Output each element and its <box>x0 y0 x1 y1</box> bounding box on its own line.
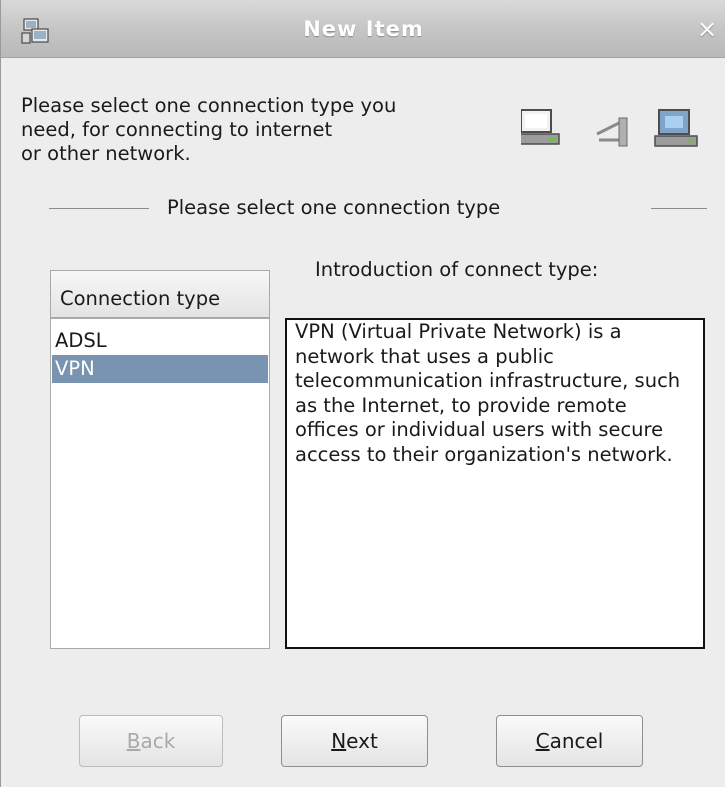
next-mnemonic: N <box>331 729 347 753</box>
window-title: New Item <box>303 17 424 41</box>
computer-icon <box>521 109 560 145</box>
introduction-label: Introduction of connect type: <box>315 258 599 281</box>
cable-icon <box>596 117 628 147</box>
close-icon[interactable]: × <box>694 16 720 42</box>
new-item-dialog: New Item × Please select one connection … <box>0 0 725 787</box>
title-bar[interactable]: New Item × <box>1 0 725 58</box>
network-device-icon <box>654 109 698 147</box>
back-button[interactable]: Back <box>79 715 223 767</box>
connection-type-description: VPN (Virtual Private Network) is a netwo… <box>285 318 705 649</box>
cancel-mnemonic: C <box>535 729 550 753</box>
cancel-label: ancel <box>549 729 604 753</box>
network-illustration <box>521 109 698 147</box>
cancel-button[interactable]: Cancel <box>496 715 643 767</box>
section-separator: Please select one connection type <box>49 196 707 220</box>
back-mnemonic: B <box>126 729 141 753</box>
separator-label: Please select one connection type <box>167 196 501 219</box>
next-label: ext <box>346 729 378 753</box>
intro-text: Please select one connection type you ne… <box>21 94 397 165</box>
connection-type-list[interactable]: ADSL VPN <box>50 318 270 649</box>
next-button[interactable]: Next <box>281 715 428 767</box>
list-item-vpn[interactable]: VPN <box>52 355 268 383</box>
back-label: ack <box>140 729 176 753</box>
separator-line-right <box>651 208 707 209</box>
connection-type-column-header[interactable]: Connection type <box>50 270 270 318</box>
separator-line-left <box>49 208 149 209</box>
list-item-adsl[interactable]: ADSL <box>52 327 268 355</box>
